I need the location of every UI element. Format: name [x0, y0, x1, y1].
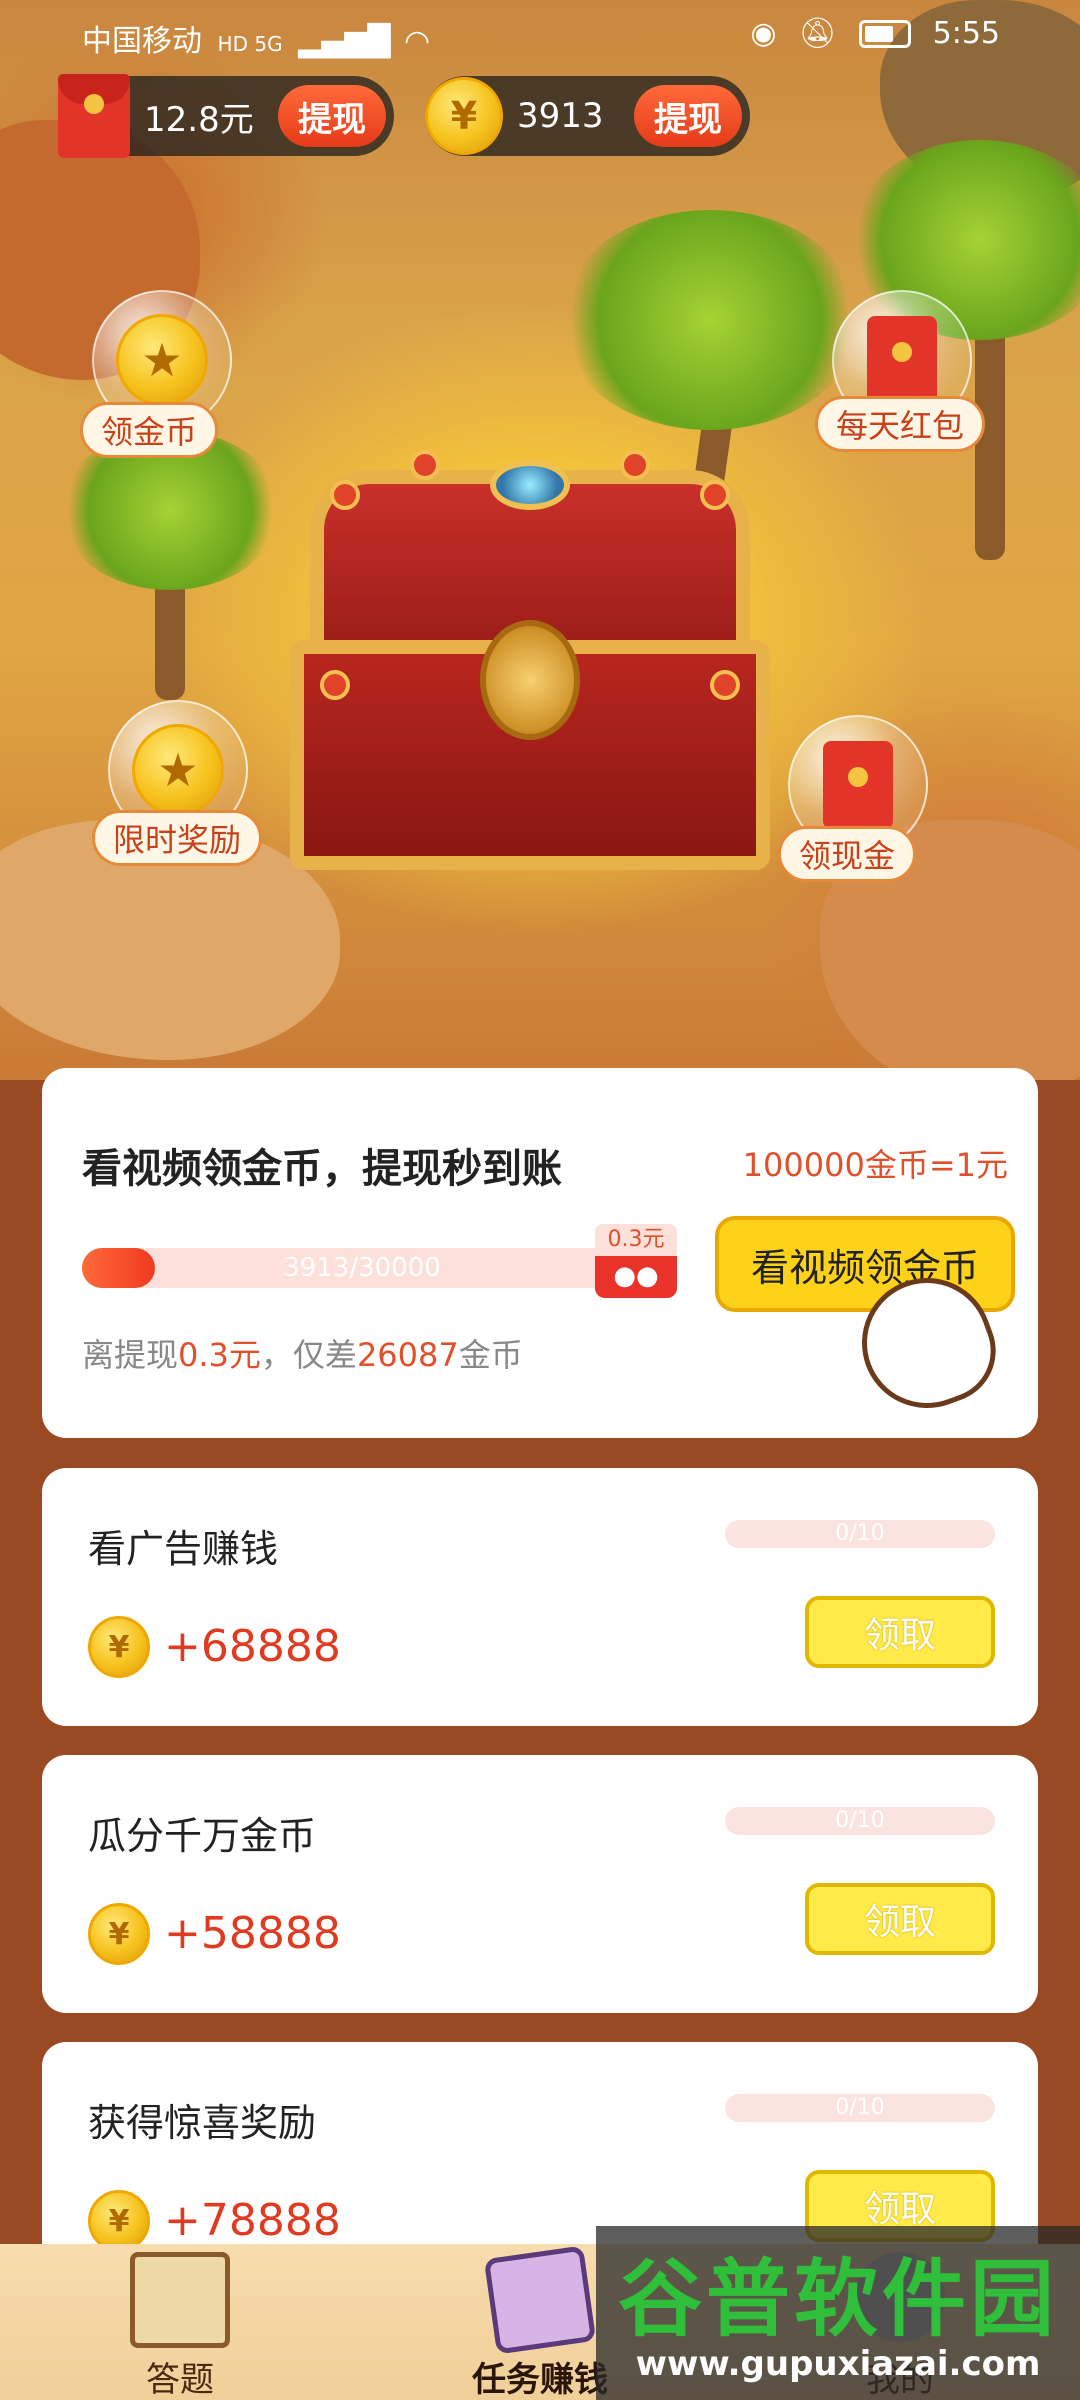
task-card: 瓜分千万金币 0/10 ¥ +58888 领取 [42, 1755, 1038, 2013]
task-name: 获得惊喜奖励 [88, 2101, 317, 2145]
task-progress: 0/10 [725, 1807, 995, 1835]
claim-coins-label[interactable]: 领金币 [80, 402, 219, 458]
note-prefix: 离提现 [82, 1336, 179, 1374]
eye-icon: ◉ [750, 16, 777, 51]
network-indicator: HD 5G [217, 32, 283, 56]
exchange-rate: 100000金币=1元 [742, 1146, 1008, 1184]
watermark-url: www.gupuxiazai.com [635, 2344, 1041, 2384]
palm-leaves [560, 210, 860, 430]
claim-button[interactable]: 领取 [805, 1596, 995, 1668]
treasure-chest[interactable] [290, 440, 770, 880]
claim-button[interactable]: 领取 [805, 1883, 995, 1955]
coin-icon: ★ [116, 314, 208, 406]
task-name: 看广告赚钱 [88, 1527, 279, 1571]
battery-icon [858, 19, 911, 48]
cash-amount: 12.8元 [144, 99, 254, 140]
coin-withdraw-button[interactable]: 提现 [634, 85, 742, 147]
status-right: ◉ 🔕︎ 5:55 [750, 16, 1000, 51]
chest-rivet [330, 480, 360, 510]
task-progress: 0/10 [725, 1520, 995, 1548]
signal-icon: ▂▄▆█ [298, 24, 391, 59]
chest-rivet [620, 450, 650, 480]
red-envelope-icon [823, 741, 893, 829]
scroll-icon [130, 2252, 230, 2348]
withdraw-note: 离提现0.3元，仅差26087金币 [82, 1330, 523, 1376]
note-suffix: 金币 [458, 1336, 523, 1374]
mute-icon: 🔕︎ [798, 16, 837, 51]
note-amount: 0.3元 [178, 1336, 261, 1374]
hero-banner [0, 0, 1080, 1080]
chest-gem-icon [490, 460, 570, 510]
coin-amount: 3913 [517, 96, 604, 136]
badge-amount: 0.3元 [595, 1224, 677, 1256]
task-name: 瓜分千万金币 [88, 1814, 317, 1858]
wechat-icon: ●● [613, 1261, 659, 1291]
coin-icon: ¥ [88, 2190, 150, 2252]
coin-icon: ¥ [88, 1903, 150, 1965]
task-book-icon [483, 2245, 597, 2355]
daily-red-envelope-label[interactable]: 每天红包 [815, 396, 986, 452]
coin-icon: ¥ [425, 77, 503, 155]
red-envelope-icon [867, 316, 937, 404]
watch-video-card: 看视频领金币，提现秒到账 100000金币=1元 3913/30000 0.3元… [42, 1068, 1038, 1438]
carrier-name: 中国移动 [82, 24, 202, 59]
nav-item-quiz[interactable]: 答题 [80, 2244, 280, 2400]
chest-lock-icon [480, 620, 580, 740]
chest-rivet [710, 670, 740, 700]
chest-rivet [410, 450, 440, 480]
progress-text: 3913/30000 [283, 1253, 441, 1283]
chest-rivet [700, 480, 730, 510]
coin-icon: ★ [132, 724, 224, 816]
task-card: 看广告赚钱 0/10 ¥ +68888 领取 [42, 1468, 1038, 1726]
watermark-name: 谷普软件园 [617, 2250, 1058, 2348]
task-reward: +68888 [164, 1621, 341, 1672]
cash-withdraw-button[interactable]: 提现 [278, 85, 386, 147]
chest-rivet [320, 670, 350, 700]
note-mid: ，仅差 [260, 1336, 357, 1374]
wifi-icon: ◠ [403, 24, 431, 59]
coin-balance-pill: ¥ 3913 提现 [425, 76, 750, 156]
clock-time: 5:55 [932, 16, 1000, 51]
cash-balance-pill: 12.8元 提现 [58, 74, 394, 158]
task-reward: +58888 [164, 1908, 341, 1959]
nav-label: 答题 [146, 2360, 214, 2400]
task-reward: +78888 [164, 2195, 341, 2246]
note-coins: 26087 [356, 1336, 459, 1374]
site-watermark: 谷普软件园 www.gupuxiazai.com [596, 2226, 1080, 2400]
withdraw-progress-bar: 3913/30000 [82, 1248, 642, 1288]
status-bar: 中国移动 HD 5G ▂▄▆█ ◠ ◉ 🔕︎ 5:55 [0, 0, 1080, 72]
limited-reward-label[interactable]: 限时奖励 [92, 810, 263, 866]
red-envelope-icon [58, 74, 130, 158]
card-title: 看视频领金币，提现秒到账 [82, 1146, 562, 1192]
task-progress: 0/10 [725, 2094, 995, 2122]
wechat-cash-badge: 0.3元 ●● [595, 1224, 677, 1298]
carrier-info: 中国移动 HD 5G ▂▄▆█ ◠ [82, 16, 430, 60]
coin-icon: ¥ [88, 1616, 150, 1678]
claim-cash-label[interactable]: 领现金 [778, 826, 917, 882]
